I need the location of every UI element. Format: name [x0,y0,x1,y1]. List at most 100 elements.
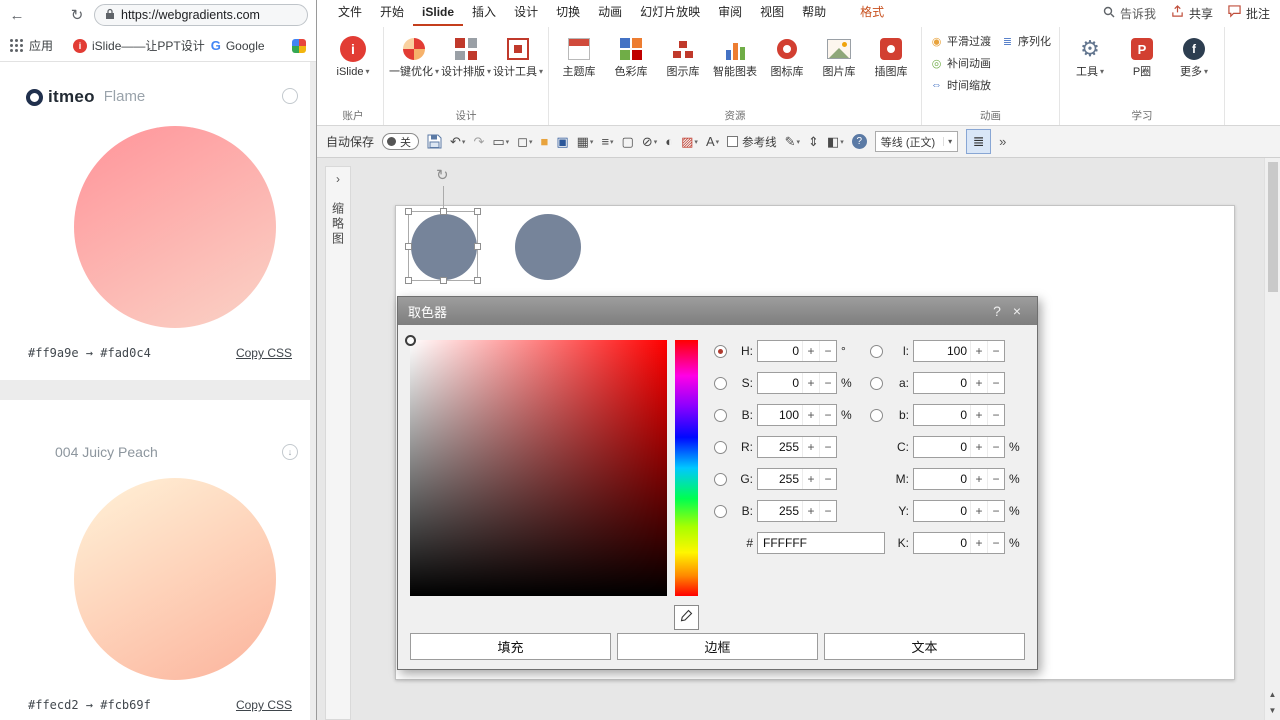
itmeo-logo[interactable]: itmeo [26,84,105,110]
previous-slide-icon[interactable]: ▲ [1269,690,1277,699]
color-library-button[interactable]: 色彩库 [605,32,657,78]
m-input[interactable] [914,472,970,486]
y-decrease-button[interactable]: − [987,501,1004,521]
help-icon[interactable]: ? [851,134,867,149]
slide-shape-circle[interactable] [515,214,581,280]
text-box-icon[interactable]: ▢ [622,134,634,150]
bookmark-google[interactable]: G Google [211,38,265,53]
tab-help[interactable]: 帮助 [793,0,835,26]
y-increase-button[interactable]: + [970,501,987,521]
resize-handle[interactable] [405,208,412,215]
c-increase-button[interactable]: + [970,437,987,457]
autosave-toggle[interactable]: 关 [382,133,420,150]
address-bar[interactable]: https://webgradients.com [94,4,308,26]
toolbar-overflow-icon[interactable]: » [999,134,1006,149]
tell-me-search[interactable]: 告诉我 [1103,5,1156,22]
thumbnail-panel-collapsed[interactable]: › 缩略图 [325,166,351,720]
hex-input[interactable] [758,536,878,550]
one-key-optimize-button[interactable]: 一键优化 ▾ [388,32,440,78]
m-increase-button[interactable]: + [970,469,987,489]
tab-insert[interactable]: 插入 [463,0,505,26]
resize-handle[interactable] [474,208,481,215]
l-input[interactable] [914,344,970,358]
dialog-title-bar[interactable]: 取色器 ? × [398,297,1037,325]
theme-library-button[interactable]: 主题库 [553,32,605,78]
smart-chart-button[interactable]: 智能图表 [709,32,761,78]
tab-islide[interactable]: iSlide [413,0,464,26]
color-field-marker[interactable] [405,335,416,346]
radio-r[interactable] [714,440,727,454]
tab-format[interactable]: 格式 [851,0,893,26]
picture-library-button[interactable]: 图片库 [813,32,865,78]
contrast-icon[interactable]: ◐ [665,134,673,149]
g-decrease-button[interactable]: − [819,469,836,489]
tab-view[interactable]: 视图 [751,0,793,26]
resize-handle[interactable] [405,243,412,250]
lab-b-decrease-button[interactable]: − [987,405,1004,425]
tab-transitions[interactable]: 切换 [547,0,589,26]
tools-button[interactable]: ⚙ 工具 ▾ [1064,32,1116,78]
smooth-transition-button[interactable]: ◉ 平滑过渡 [930,33,991,49]
design-layout-button[interactable]: 设计排版 ▾ [440,32,492,78]
h-increase-button[interactable]: + [802,341,819,361]
p-circle-button[interactable]: P P圈 [1116,32,1168,78]
vertical-scrollbar[interactable]: ▲ ▼ [1264,158,1280,720]
tab-animations[interactable]: 动画 [589,0,631,26]
refresh-icon[interactable]: ↻ [68,6,86,24]
time-scale-button[interactable]: ⇔ 时间缩放 [930,77,991,93]
undo-icon[interactable]: ↶ ▾ [450,134,465,150]
eyedropper-button[interactable] [674,605,699,630]
g-input[interactable] [758,472,802,486]
m-decrease-button[interactable]: − [987,469,1004,489]
tween-animation-button[interactable]: ◎ 补间动画 [930,55,991,71]
align-objects-icon[interactable]: ≡ ▾ [601,134,613,149]
tab-home[interactable]: 开始 [371,0,413,26]
tab-design[interactable]: 设计 [505,0,547,26]
guides-checkbox[interactable]: 参考线 [727,134,777,150]
copy-css-link[interactable]: Copy CSS [236,346,292,360]
resize-handle[interactable] [474,277,481,284]
a-increase-button[interactable]: + [970,373,987,393]
radio-s[interactable] [714,376,727,390]
g-increase-button[interactable]: + [802,469,819,489]
back-icon[interactable]: ← [8,7,26,24]
fill-color-icon[interactable]: ■ [540,134,548,149]
new-slide-icon[interactable]: ▭ ▾ [492,134,509,150]
dialog-close-button[interactable]: × [1007,303,1027,319]
design-tools-button[interactable]: 设计工具 ▾ [492,32,544,78]
fill-button[interactable]: 填充 [410,633,611,660]
b2-input[interactable] [758,504,802,518]
card-action-icon[interactable] [282,88,298,104]
border-button[interactable]: 边框 [617,633,818,660]
hue-slider[interactable] [675,340,698,596]
l-decrease-button[interactable]: − [987,341,1004,361]
r-input[interactable] [758,440,802,454]
b-increase-button[interactable]: + [802,405,819,425]
text-button[interactable]: 文本 [824,633,1025,660]
shapes-icon[interactable]: ◻ ▾ [517,134,532,150]
bookmark-apps[interactable]: 应用 [29,37,53,54]
row-height-icon[interactable]: ⇕ [808,134,819,150]
paragraph-lines-button[interactable]: ≣ [966,129,992,154]
radio-lab-b[interactable] [870,408,883,422]
no-fill-icon[interactable]: ⊘ ▾ [642,134,657,150]
dialog-help-button[interactable]: ? [987,303,1007,319]
arrange-windows-icon[interactable]: ▣ [556,134,568,150]
bookmark-islide[interactable]: i iSlide——让PPT设计 [73,37,205,54]
k-input[interactable] [914,536,970,550]
save-icon[interactable] [427,134,442,149]
ink-pen-icon[interactable]: ✎ ▾ [785,134,800,150]
radio-a[interactable] [870,376,883,390]
a-input[interactable] [914,376,970,390]
scrollbar-thumb[interactable] [1268,162,1278,292]
lab-b-input[interactable] [914,408,970,422]
l-increase-button[interactable]: + [970,341,987,361]
c-input[interactable] [914,440,970,454]
serialize-button[interactable]: ≣ 序列化 [1001,33,1051,49]
diagram-library-button[interactable]: 图示库 [657,32,709,78]
icon-library-button[interactable]: 图标库 [761,32,813,78]
b2-decrease-button[interactable]: − [819,501,836,521]
y-input[interactable] [914,504,970,518]
share-button[interactable]: 共享 [1171,5,1213,22]
radio-h[interactable] [714,344,727,358]
